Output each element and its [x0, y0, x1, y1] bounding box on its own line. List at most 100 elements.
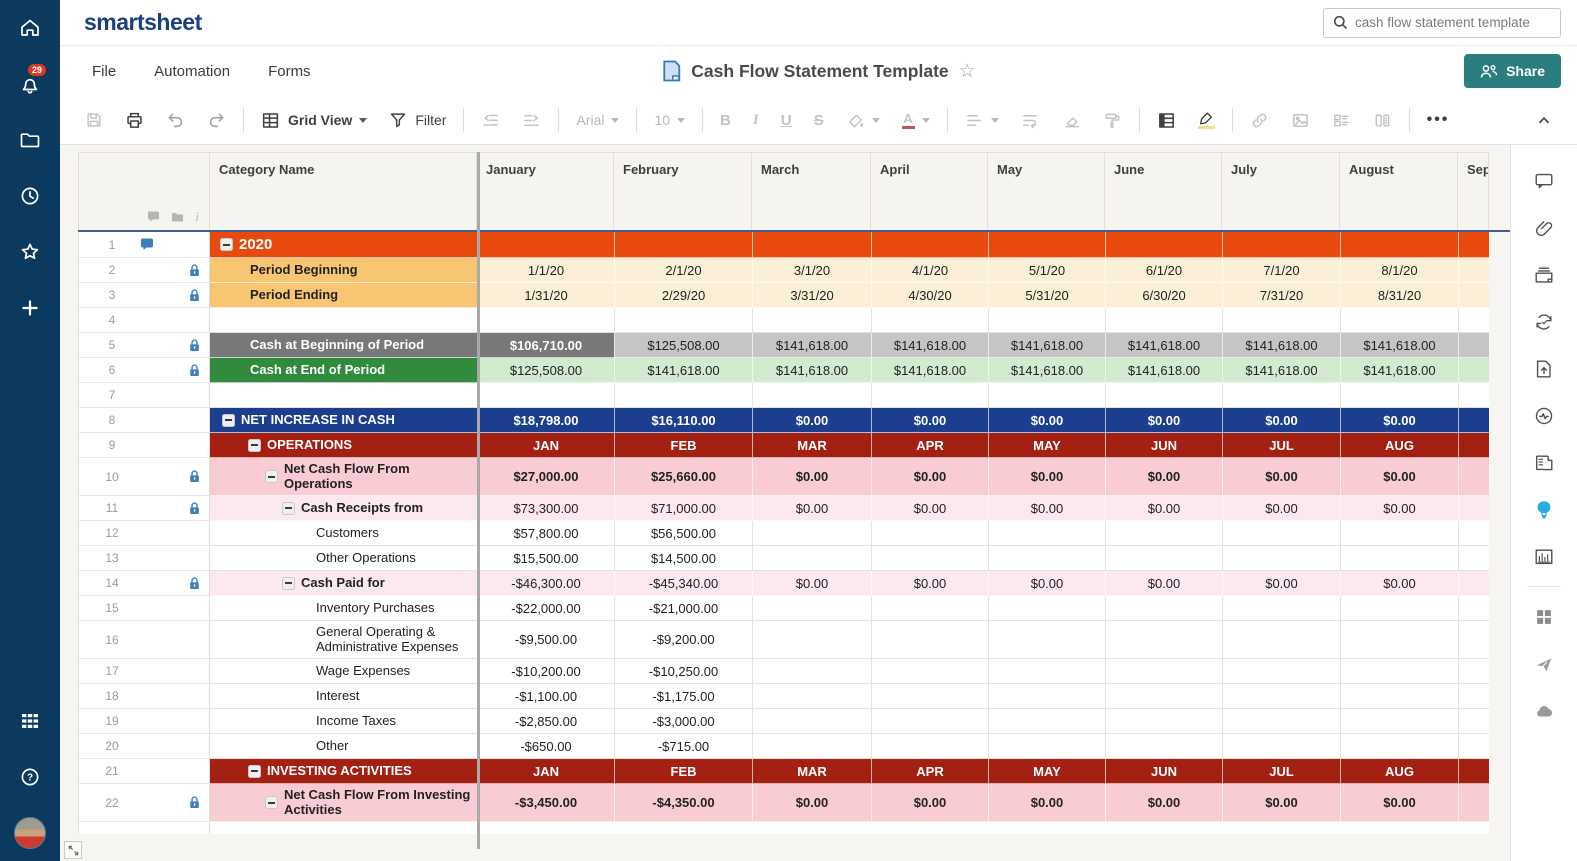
cell-march-row17[interactable]	[752, 659, 871, 684]
row-number[interactable]: 16	[97, 633, 127, 647]
cell-february-row11[interactable]: $71,000.00	[614, 496, 752, 521]
cell-march-row13[interactable]	[752, 546, 871, 571]
cell-february-row5[interactable]: $125,508.00	[614, 333, 752, 358]
cell-august-row12[interactable]	[1340, 521, 1458, 546]
cell-may-row4[interactable]	[988, 308, 1105, 333]
share-button[interactable]: Share	[1464, 54, 1561, 88]
cell-sep-row9[interactable]	[1458, 433, 1489, 458]
cell-february-row20[interactable]: -$715.00	[614, 734, 752, 759]
cell-march-row2[interactable]: 3/1/20	[752, 258, 871, 283]
highlighter-icon[interactable]	[1187, 105, 1226, 135]
cell-february-row21[interactable]: FEB	[614, 759, 752, 784]
cell-february-row17[interactable]: -$10,250.00	[614, 659, 752, 684]
cell-june-row5[interactable]: $141,618.00	[1105, 333, 1222, 358]
getting-started-balloon-icon[interactable]	[1524, 486, 1564, 533]
cell-march-row8[interactable]: $0.00	[752, 408, 871, 433]
cell-june-row18[interactable]	[1105, 684, 1222, 709]
cell-april-row5[interactable]: $141,618.00	[871, 333, 988, 358]
cell-category-2020[interactable]: 2020	[210, 232, 477, 258]
cell-february-row2[interactable]: 2/1/20	[614, 258, 752, 283]
cell-august-row5[interactable]: $141,618.00	[1340, 333, 1458, 358]
cell-february-row14[interactable]: -$45,340.00	[614, 571, 752, 596]
collapse-toolbar-chevron-icon[interactable]	[1525, 105, 1563, 135]
cell-category-cash-paid-for[interactable]: Cash Paid for	[210, 571, 477, 596]
home-icon[interactable]	[0, 0, 60, 56]
cell-february-row1[interactable]	[614, 232, 752, 258]
row-number[interactable]: 12	[97, 526, 127, 540]
apps-grid-icon[interactable]	[1524, 593, 1564, 640]
recents-clock-icon[interactable]	[0, 168, 60, 224]
cell-category-investing-activities[interactable]: INVESTING ACTIVITIES	[210, 759, 477, 784]
attachments-icon[interactable]	[1524, 204, 1564, 251]
cell-july-row11[interactable]: $0.00	[1222, 496, 1340, 521]
cell-january-row5[interactable]: $106,710.00	[477, 333, 614, 358]
indent-icon[interactable]	[511, 105, 552, 135]
cell-march-row9[interactable]: MAR	[752, 433, 871, 458]
row-number[interactable]: 13	[97, 551, 127, 565]
cell-april-row14[interactable]: $0.00	[871, 571, 988, 596]
font-family-select[interactable]: Arial	[565, 105, 630, 135]
cell-may-row2[interactable]: 5/1/20	[988, 258, 1105, 283]
cell-january-row13[interactable]: $15,500.00	[477, 546, 614, 571]
cell-sep-row20[interactable]	[1458, 734, 1489, 759]
cell-july-row21[interactable]: JUL	[1222, 759, 1340, 784]
cell-march-row3[interactable]: 3/31/20	[752, 283, 871, 308]
cell-june-row20[interactable]	[1105, 734, 1222, 759]
cell-june-row12[interactable]	[1105, 521, 1222, 546]
cell-august-row18[interactable]	[1340, 684, 1458, 709]
column-header-category-name[interactable]: Category Name	[210, 152, 477, 230]
row-number[interactable]: 6	[97, 363, 127, 377]
cell-category-customers[interactable]: Customers	[210, 521, 477, 546]
cell-june-row8[interactable]: $0.00	[1105, 408, 1222, 433]
cell-january-row7[interactable]	[477, 383, 614, 408]
column-header-april[interactable]: April	[871, 152, 988, 230]
cell-january-row21[interactable]: JAN	[477, 759, 614, 784]
row-number[interactable]: 1	[97, 238, 127, 252]
cell-january-row6[interactable]: $125,508.00	[477, 358, 614, 383]
cell-july-row10[interactable]: $0.00	[1222, 458, 1340, 496]
cell-july-row22[interactable]: $0.00	[1222, 784, 1340, 822]
row-number[interactable]: 17	[97, 664, 127, 678]
strikethrough-icon[interactable]: S	[803, 105, 835, 135]
cell-sep-row13[interactable]	[1458, 546, 1489, 571]
cell-march-row10[interactable]: $0.00	[752, 458, 871, 496]
cell-january-row2[interactable]: 1/1/20	[477, 258, 614, 283]
search-input[interactable]	[1355, 15, 1551, 30]
cell-august-row1[interactable]	[1340, 232, 1458, 258]
cell-category-general-operating-administrative-expenses[interactable]: General Operating & Administrative Expen…	[210, 621, 477, 659]
row-number[interactable]: 7	[97, 388, 127, 402]
cell-january-row10[interactable]: $27,000.00	[477, 458, 614, 496]
cell-april-row22[interactable]: $0.00	[871, 784, 988, 822]
cell-july-row15[interactable]	[1222, 596, 1340, 621]
collapse-toggle-icon[interactable]	[282, 502, 295, 515]
cell-february-row18[interactable]: -$1,175.00	[614, 684, 752, 709]
cell-august-row19[interactable]	[1340, 709, 1458, 734]
cell-february-row15[interactable]: -$21,000.00	[614, 596, 752, 621]
cell-june-row11[interactable]: $0.00	[1105, 496, 1222, 521]
cell-category-other-operations[interactable]: Other Operations	[210, 546, 477, 571]
cell-may-row21[interactable]: MAY	[988, 759, 1105, 784]
collapse-toggle-icon[interactable]	[248, 765, 261, 778]
collapse-toggle-icon[interactable]	[222, 414, 235, 427]
cell-january-row17[interactable]: -$10,200.00	[477, 659, 614, 684]
row-number[interactable]: 20	[97, 739, 127, 753]
insert-image-icon[interactable]	[1280, 105, 1321, 135]
cell-sep-row19[interactable]	[1458, 709, 1489, 734]
activity-log-icon[interactable]	[1524, 392, 1564, 439]
card-layout-icon[interactable]	[1321, 105, 1362, 135]
cell-march-row15[interactable]	[752, 596, 871, 621]
cell-march-row1[interactable]	[752, 232, 871, 258]
update-requests-icon[interactable]	[1524, 298, 1564, 345]
column-header-february[interactable]: February	[614, 152, 752, 230]
cell-february-row3[interactable]: 2/29/20	[614, 283, 752, 308]
cell-may-row7[interactable]	[988, 383, 1105, 408]
cell-may-row9[interactable]: MAY	[988, 433, 1105, 458]
cell-may-row8[interactable]: $0.00	[988, 408, 1105, 433]
cell-july-row19[interactable]	[1222, 709, 1340, 734]
cell-sep-row12[interactable]	[1458, 521, 1489, 546]
cell-april-row2[interactable]: 4/1/20	[871, 258, 988, 283]
cell-may-row22[interactable]: $0.00	[988, 784, 1105, 822]
cell-april-row18[interactable]	[871, 684, 988, 709]
cell-category-other[interactable]: Other	[210, 734, 477, 759]
cell-february-row13[interactable]: $14,500.00	[614, 546, 752, 571]
